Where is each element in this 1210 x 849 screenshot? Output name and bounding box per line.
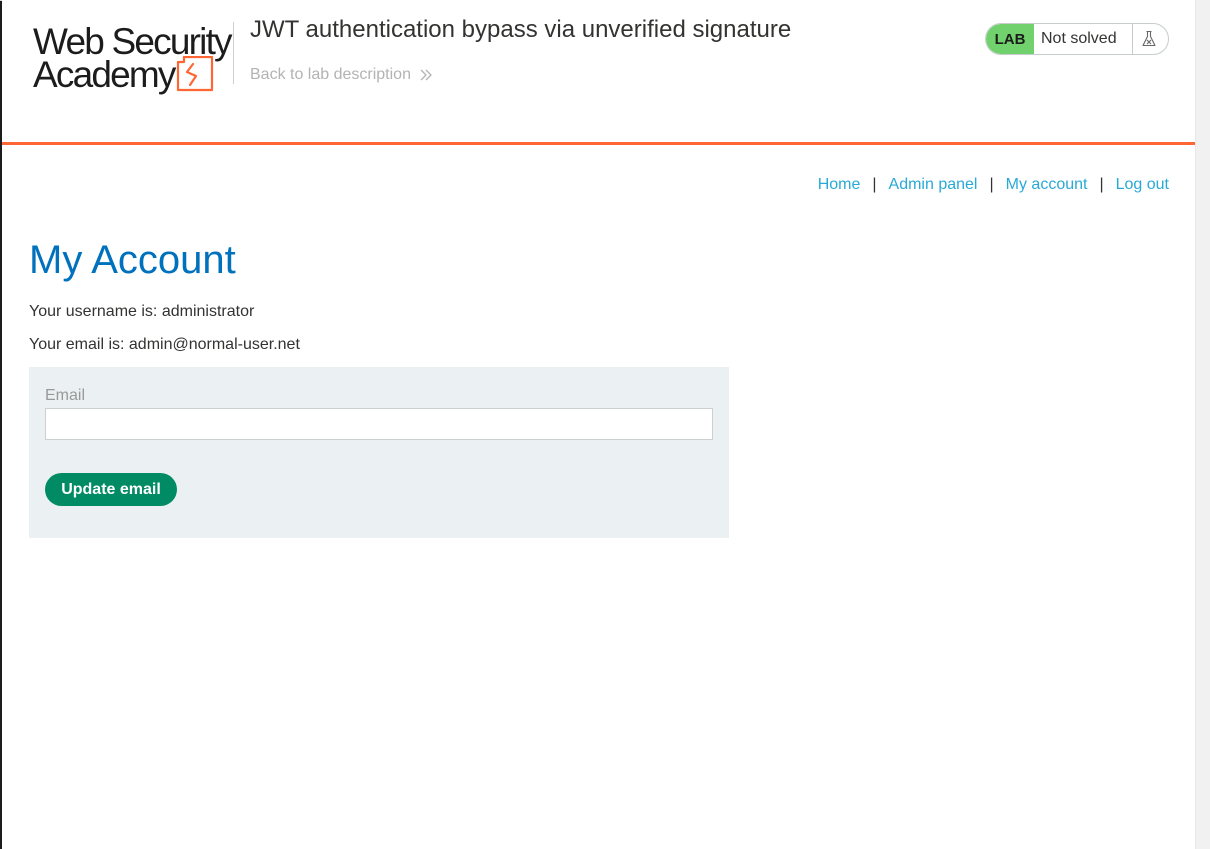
email-label: Email xyxy=(45,387,86,404)
logo-text-line2: Academy xyxy=(33,54,176,95)
lab-status-divider xyxy=(1132,24,1133,54)
update-email-form: Email Update email xyxy=(29,367,729,538)
header-divider xyxy=(233,22,234,84)
nav-link-my-account[interactable]: My account xyxy=(1006,176,1088,194)
lab-title: JWT authentication bypass via unverified… xyxy=(250,16,792,43)
nav-link-log-out[interactable]: Log out xyxy=(1116,176,1169,194)
nav-link-home[interactable]: Home xyxy=(818,176,861,194)
email-field[interactable] xyxy=(45,408,713,440)
page: Web Security Academy JWT authentication … xyxy=(2,0,1196,849)
username-line: Your username is: administrator xyxy=(29,303,255,320)
academy-header: Web Security Academy JWT authentication … xyxy=(2,0,1196,143)
page-title: My Account xyxy=(29,238,236,282)
top-nav: Home | Admin panel | My account | Log ou… xyxy=(818,176,1169,194)
web-security-academy-logo[interactable]: Web Security Academy xyxy=(30,20,233,98)
nav-separator: | xyxy=(1099,176,1104,193)
back-link-label: Back to lab description xyxy=(250,66,411,83)
update-email-button[interactable]: Update email xyxy=(45,473,177,506)
header-orange-rule xyxy=(2,142,1196,145)
back-to-lab-description-link[interactable]: Back to lab description xyxy=(250,66,433,84)
flask-icon xyxy=(1142,30,1156,47)
email-line: Your email is: admin@normal-user.net xyxy=(29,336,300,353)
nav-separator: | xyxy=(989,176,994,193)
academy-logo-mark-icon xyxy=(176,56,214,92)
nav-link-admin-panel[interactable]: Admin panel xyxy=(889,176,978,194)
lab-badge: LAB xyxy=(986,24,1034,54)
vertical-scrollbar[interactable] xyxy=(1195,0,1210,849)
double-chevron-right-icon xyxy=(420,69,432,81)
lab-status-widget[interactable]: LAB Not solved xyxy=(985,23,1169,55)
nav-separator: | xyxy=(872,176,877,193)
lab-status-text: Not solved xyxy=(1041,30,1117,47)
